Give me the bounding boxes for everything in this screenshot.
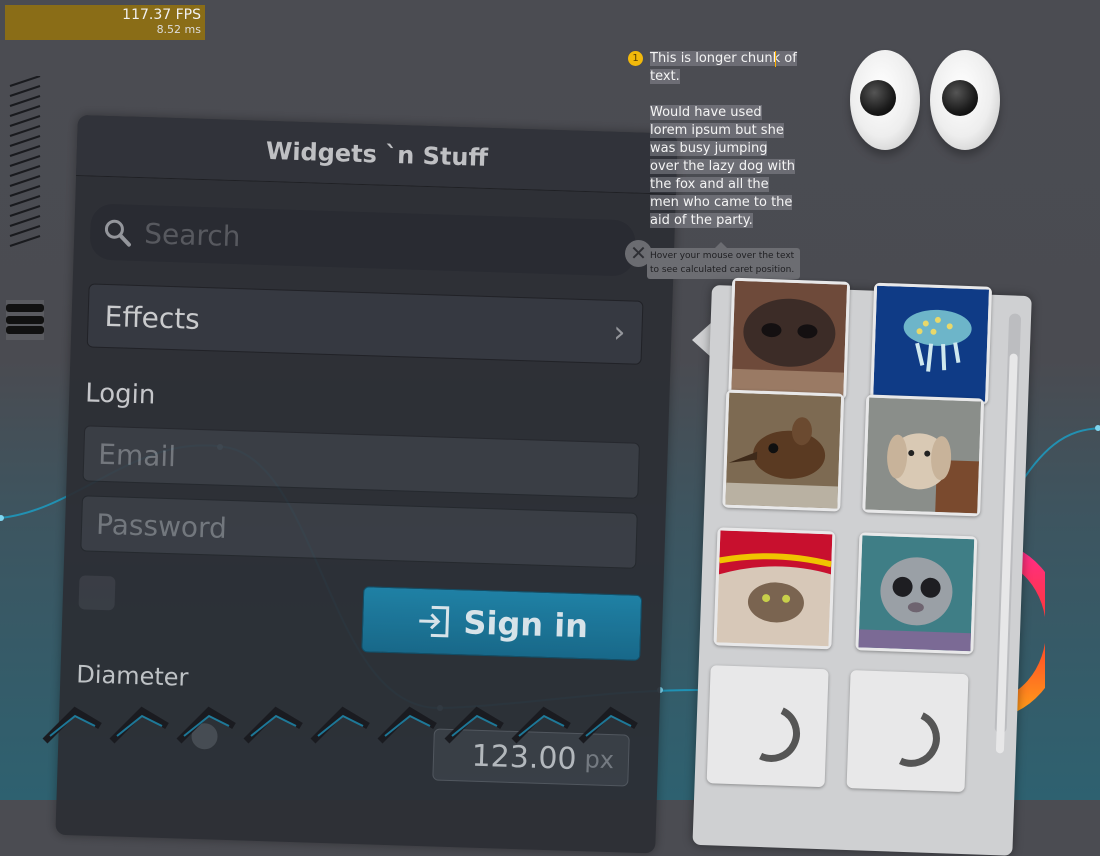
kitten-image[interactable] (713, 527, 836, 650)
password-field[interactable]: Password (80, 495, 638, 569)
fps-counter: 117.37 FPS 8.52 ms (5, 5, 205, 40)
jellyfish-image[interactable] (870, 282, 993, 405)
remember-checkbox[interactable] (78, 575, 116, 611)
search-input[interactable] (141, 215, 627, 266)
line-join-icon (6, 300, 44, 340)
email-field[interactable]: Email (82, 425, 640, 499)
loading-spinner-image (706, 665, 829, 788)
loading-spinner-image (846, 670, 969, 793)
elephant-shrew-image[interactable] (722, 389, 845, 512)
chevron-arrows-decoration (42, 706, 638, 744)
text-chunk: This is longer chunk of text. Would have… (650, 50, 800, 248)
sign-in-label: Sign in (462, 603, 589, 646)
chevron-right-icon: › (612, 314, 626, 350)
bunny-image[interactable] (862, 394, 985, 517)
left-pupil (860, 80, 896, 116)
panel-title: Widgets `n Stuff (265, 136, 489, 172)
diameter-label: Diameter (75, 660, 189, 692)
panel-header: Widgets `n Stuff (76, 115, 678, 195)
effects-label: Effects (104, 299, 201, 336)
text-paragraph-2: Would have used lorem ipsum but she was … (650, 105, 795, 228)
dog-nose-image[interactable] (728, 277, 851, 400)
caret-index-badge: 1 (628, 51, 643, 66)
right-pupil (942, 80, 978, 116)
baby-owl-monkey-image[interactable] (855, 532, 978, 655)
text-caret (775, 51, 776, 67)
image-grid-panel[interactable] (692, 277, 1032, 856)
right-eye (930, 50, 1000, 150)
hatch-pattern-icon (9, 76, 41, 247)
caret-tooltip: Hover your mouse over the text to see ca… (647, 242, 800, 279)
fps-value: 117.37 FPS (122, 7, 201, 23)
search-box[interactable] (89, 203, 636, 277)
image-grid-scrollbar[interactable] (994, 313, 1022, 754)
sign-in-button[interactable]: Sign in (361, 586, 643, 661)
frame-time: 8.52 ms (156, 23, 201, 36)
login-label: Login (84, 378, 156, 411)
effects-dropdown[interactable]: Effects › (86, 283, 644, 365)
left-eye (850, 50, 920, 150)
scrollbar-thumb[interactable] (995, 353, 1018, 754)
search-icon (104, 219, 131, 247)
sign-in-icon (419, 605, 450, 638)
